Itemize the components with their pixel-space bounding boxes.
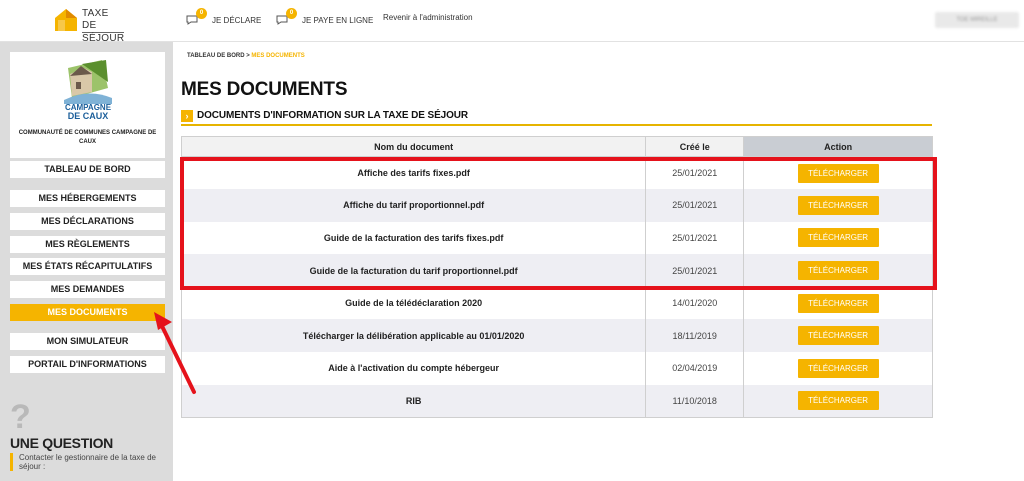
notification-badge: 0: [286, 8, 297, 19]
svg-text:DE CAUX: DE CAUX: [68, 111, 109, 120]
nav-label: JE PAYE EN LIGNE: [302, 15, 374, 25]
table-row: Affiche du tarif proportionnel.pdf 25/01…: [181, 189, 933, 222]
sidebar-item-mes-documents[interactable]: MES DOCUMENTS: [10, 304, 165, 321]
action-cell: TÉLÉCHARGER: [743, 189, 933, 222]
section-header: › DOCUMENTS D'INFORMATION SUR LA TAXE DE…: [181, 109, 932, 126]
document-date: 25/01/2021: [645, 221, 745, 255]
documents-table: Nom du document Créé le Action Affiche d…: [180, 136, 933, 418]
document-name: Télécharger la délibération applicable a…: [181, 319, 647, 353]
nav-revenir-administration[interactable]: Revenir à l'administration: [383, 13, 473, 22]
action-cell: TÉLÉCHARGER: [743, 254, 933, 287]
chat-bubble-icon: 0: [276, 8, 297, 27]
breadcrumb-separator: >: [246, 53, 250, 59]
page-title: MES DOCUMENTS: [181, 79, 348, 100]
section-title: DOCUMENTS D'INFORMATION SUR LA TAXE DE S…: [197, 110, 469, 121]
action-cell: TÉLÉCHARGER: [743, 319, 933, 353]
question-mark-icon: ?: [10, 398, 31, 436]
table-row: Télécharger la délibération applicable a…: [181, 319, 933, 353]
sidebar-item-mes-etats-recapitulatifs[interactable]: MES ÉTATS RÉCAPITULATIFS: [10, 258, 165, 275]
download-button[interactable]: TÉLÉCHARGER: [797, 261, 879, 281]
logo-line-1: TAXE DE: [82, 8, 109, 31]
column-header-date: Créé le: [645, 136, 745, 157]
question-contact-text[interactable]: Contacter le gestionnaire de la taxe de …: [10, 453, 160, 471]
column-header-name: Nom du document: [180, 136, 647, 157]
download-button[interactable]: TÉLÉCHARGER: [797, 195, 879, 215]
table-row: Guide de la télédéclaration 2020 14/01/2…: [181, 286, 933, 320]
question-title: UNE QUESTION: [10, 435, 113, 451]
download-button[interactable]: TÉLÉCHARGER: [797, 326, 879, 346]
logo-text: TAXE DE SÉJOUR: [82, 8, 125, 45]
table-row: Guide de la facturation du tarif proport…: [181, 254, 933, 287]
document-name: Guide de la facturation des tarifs fixes…: [181, 221, 647, 255]
sidebar-item-mes-reglements[interactable]: MES RÈGLEMENTS: [10, 236, 165, 253]
download-button[interactable]: TÉLÉCHARGER: [797, 358, 879, 378]
top-bar: TAXE DE SÉJOUR 0 JE DÉCLARE 0 JE PAYE EN…: [0, 0, 1024, 44]
sidebar: CAMPAGNE DE CAUX COMMUNAUTÉ DE COMMUNES …: [0, 42, 173, 481]
document-name: Guide de la facturation du tarif proport…: [181, 254, 647, 287]
house-logo-icon: [55, 9, 77, 31]
nav-label: Revenir à l'administration: [383, 13, 473, 22]
sidebar-item-mes-declarations[interactable]: MES DÉCLARATIONS: [10, 213, 165, 230]
action-cell: TÉLÉCHARGER: [743, 286, 933, 320]
download-button[interactable]: TÉLÉCHARGER: [797, 163, 879, 183]
document-name: RIB: [181, 384, 647, 418]
notification-badge: 0: [196, 8, 207, 19]
breadcrumb-root[interactable]: TABLEAU DE BORD: [187, 53, 245, 59]
breadcrumb-current: MES DOCUMENTS: [251, 53, 305, 59]
nav-je-paye-en-ligne[interactable]: 0 JE PAYE EN LIGNE: [276, 8, 374, 27]
sidebar-item-mes-demandes[interactable]: MES DEMANDES: [10, 281, 165, 298]
action-cell: TÉLÉCHARGER: [743, 384, 933, 418]
nav-je-declare[interactable]: 0 JE DÉCLARE: [186, 8, 262, 27]
document-name: Affiche des tarifs fixes.pdf: [181, 156, 647, 190]
document-date: 11/10/2018: [645, 384, 745, 418]
campagne-de-caux-logo-icon: CAMPAGNE DE CAUX: [64, 60, 112, 120]
sidebar-item-tableau-de-bord[interactable]: TABLEAU DE BORD: [10, 161, 165, 178]
taxe-de-sejour-logo[interactable]: TAXE DE SÉJOUR: [54, 6, 125, 44]
breadcrumb: TABLEAU DE BORD > MES DOCUMENTS: [187, 53, 305, 59]
chat-bubble-icon: 0: [186, 8, 207, 27]
organization-name: COMMUNAUTÉ DE COMMUNES CAMPAGNE DE CAUX: [18, 130, 157, 145]
download-button[interactable]: TÉLÉCHARGER: [797, 293, 879, 313]
sidebar-item-mes-hebergements[interactable]: MES HÉBERGEMENTS: [10, 190, 165, 207]
table-row: RIB 11/10/2018 TÉLÉCHARGER: [181, 384, 933, 418]
action-cell: TÉLÉCHARGER: [743, 221, 933, 255]
chevron-right-icon: ›: [181, 110, 193, 122]
document-name: Aide à l'activation du compte hébergeur: [181, 352, 647, 385]
download-button[interactable]: TÉLÉCHARGER: [797, 228, 879, 248]
document-name: Affiche du tarif proportionnel.pdf: [181, 189, 647, 222]
document-date: 02/04/2019: [645, 352, 745, 385]
organization-card: CAMPAGNE DE CAUX COMMUNAUTÉ DE COMMUNES …: [10, 52, 165, 158]
document-date: 14/01/2020: [645, 286, 745, 320]
sidebar-item-mon-simulateur[interactable]: MON SIMULATEUR: [10, 333, 165, 350]
download-button[interactable]: TÉLÉCHARGER: [797, 391, 879, 411]
table-row: Guide de la facturation des tarifs fixes…: [181, 221, 933, 255]
document-date: 25/01/2021: [645, 156, 745, 190]
user-menu-button[interactable]: TOE MIREILLE: [935, 12, 1019, 28]
document-date: 25/01/2021: [645, 189, 745, 222]
table-header-row: Nom du document Créé le Action: [180, 136, 933, 157]
document-date: 25/01/2021: [645, 254, 745, 287]
table-row: Affiche des tarifs fixes.pdf 25/01/2021 …: [181, 156, 933, 190]
column-header-action: Action: [743, 136, 933, 157]
document-date: 18/11/2019: [645, 319, 745, 353]
document-name: Guide de la télédéclaration 2020: [181, 286, 647, 320]
action-cell: TÉLÉCHARGER: [743, 352, 933, 385]
table-row: Aide à l'activation du compte hébergeur …: [181, 352, 933, 385]
nav-label: JE DÉCLARE: [212, 15, 262, 25]
sidebar-item-portail-informations[interactable]: PORTAIL D'INFORMATIONS: [10, 356, 165, 373]
action-cell: TÉLÉCHARGER: [743, 156, 933, 190]
